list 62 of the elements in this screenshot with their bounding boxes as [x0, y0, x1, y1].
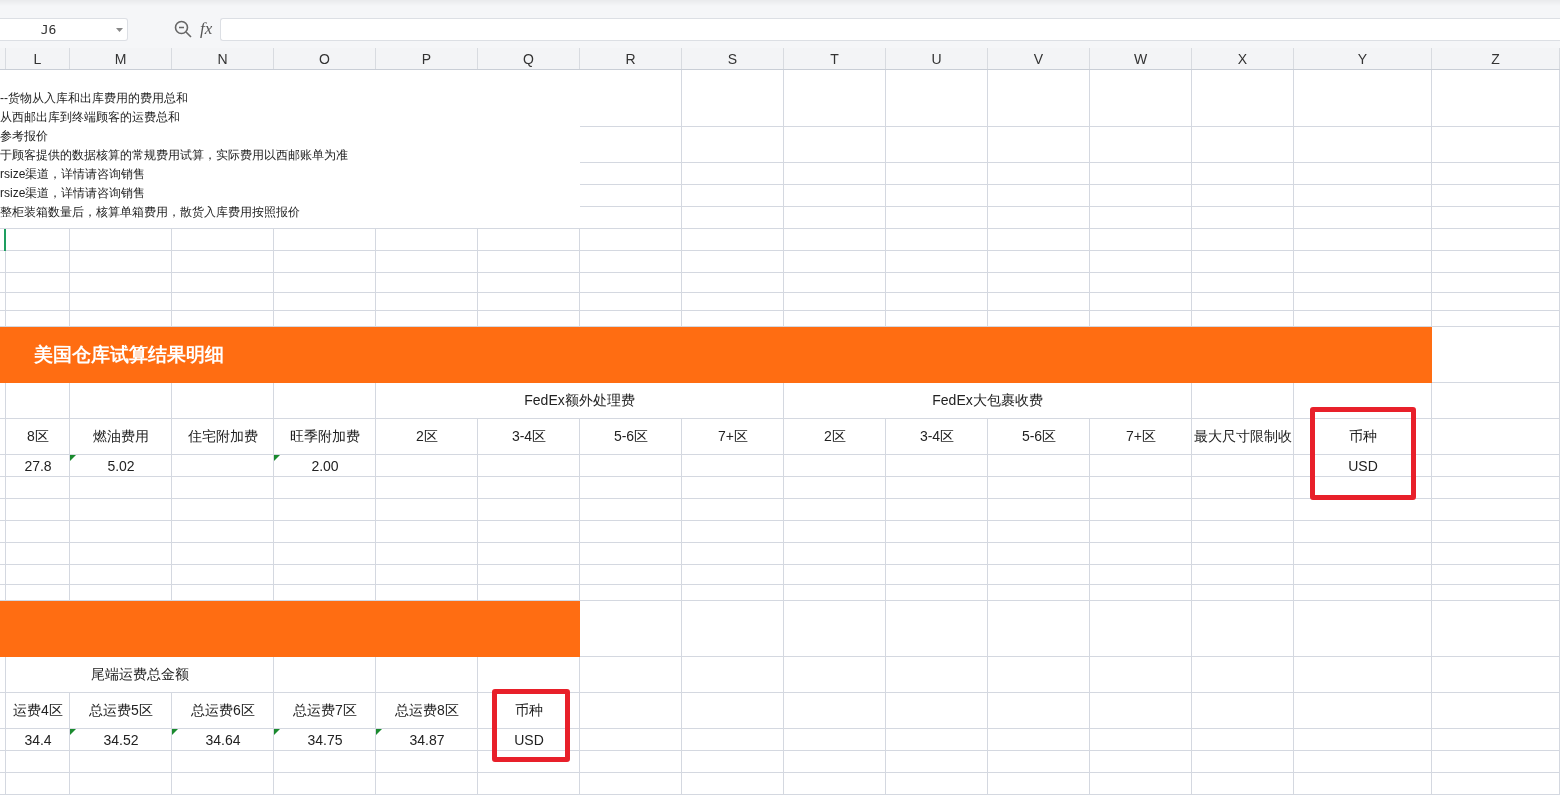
header-cell-text: 币种 [514, 701, 544, 720]
header-cell-text: 5-6区 [612, 427, 650, 446]
table-cell: 34.64 [172, 729, 274, 751]
table-cell-text: USD [513, 731, 545, 750]
column-header[interactable]: P [376, 48, 478, 69]
table-cell-text: 34.4 [23, 731, 53, 750]
cell-cursor [4, 229, 6, 251]
column-header[interactable]: V [988, 48, 1090, 69]
header-cell-text: 3-4区 [510, 427, 548, 446]
column-header[interactable]: S [682, 48, 784, 69]
column-header[interactable]: Q [478, 48, 580, 69]
header-cell-text: 7+区 [1125, 427, 1157, 446]
header-cell-text: 2区 [823, 427, 847, 446]
column-header[interactable]: X [1192, 48, 1294, 69]
table-cell: 5.02 [70, 455, 172, 477]
column-header[interactable]: Y [1294, 48, 1432, 69]
caret-icon [116, 27, 123, 32]
note-text: 参考报价 [0, 128, 49, 145]
column-header[interactable]: O [274, 48, 376, 69]
header-cell-text: 燃油费用 [92, 427, 150, 446]
header-cell-text: 运费4区 [12, 701, 64, 720]
header-cell-text: 总运费6区 [190, 701, 256, 720]
header-cell-text: 总运费5区 [88, 701, 154, 720]
header-cell-text: 旺季附加费 [289, 427, 361, 446]
column-header[interactable]: U [886, 48, 988, 69]
note-text: 整柜装箱数量后，核算单箱费用，散货入库费用按照报价 [0, 204, 301, 221]
header-cell-text: 2区 [415, 427, 439, 446]
formula-field[interactable] [220, 17, 1560, 41]
header-cell-text: 总运费7区 [292, 701, 358, 720]
note-text: rsize渠道，详情请咨询销售 [0, 166, 147, 183]
section-title: 美国仓库试算结果明细 [34, 343, 224, 367]
table-cell-text: 27.8 [23, 457, 53, 476]
table-cell: 34.75 [274, 729, 376, 751]
header-cell-text: 住宅附加费 [187, 427, 259, 446]
table-cell: 34.52 [70, 729, 172, 751]
header-cell-text: 7+区 [717, 427, 749, 446]
group-header: FedEx额外处理费 [524, 391, 635, 410]
column-header[interactable]: T [784, 48, 886, 69]
function-button[interactable]: fx [200, 19, 213, 39]
group-header: 尾端运费总金额 [90, 665, 189, 684]
column-header[interactable]: N [172, 48, 274, 69]
header-cell-text: 8区 [26, 427, 50, 446]
table-cell: 34.87 [376, 729, 478, 751]
zoom-icon[interactable] [174, 20, 192, 38]
column-header[interactable]: W [1090, 48, 1192, 69]
header-cell-text: 最大尺寸限制收 [1193, 427, 1293, 446]
header-cell-text: 币种 [1348, 427, 1378, 446]
column-header[interactable]: R [580, 48, 682, 69]
note-text: 于顾客提供的数据核算的常规费用试算，实际费用以西邮账单为准 [0, 147, 349, 164]
column-header[interactable]: L [6, 48, 70, 69]
name-box[interactable]: J6 [0, 17, 128, 41]
column-header[interactable]: Z [1432, 48, 1560, 69]
note-text: 从西邮出库到终端顾客的运费总和 [0, 109, 181, 126]
table-cell-text: USD [1347, 457, 1379, 476]
note-text: --货物从入库和出库费用的费用总和 [0, 90, 189, 107]
note-text: rsize渠道，详情请咨询销售 [0, 185, 147, 202]
group-header: FedEx大包裹收费 [932, 391, 1043, 410]
header-cell-text: 5-6区 [1020, 427, 1058, 446]
header-cell-text: 3-4区 [918, 427, 956, 446]
column-header[interactable]: M [70, 48, 172, 69]
table-cell: 2.00 [274, 455, 376, 477]
header-cell-text: 总运费8区 [394, 701, 460, 720]
